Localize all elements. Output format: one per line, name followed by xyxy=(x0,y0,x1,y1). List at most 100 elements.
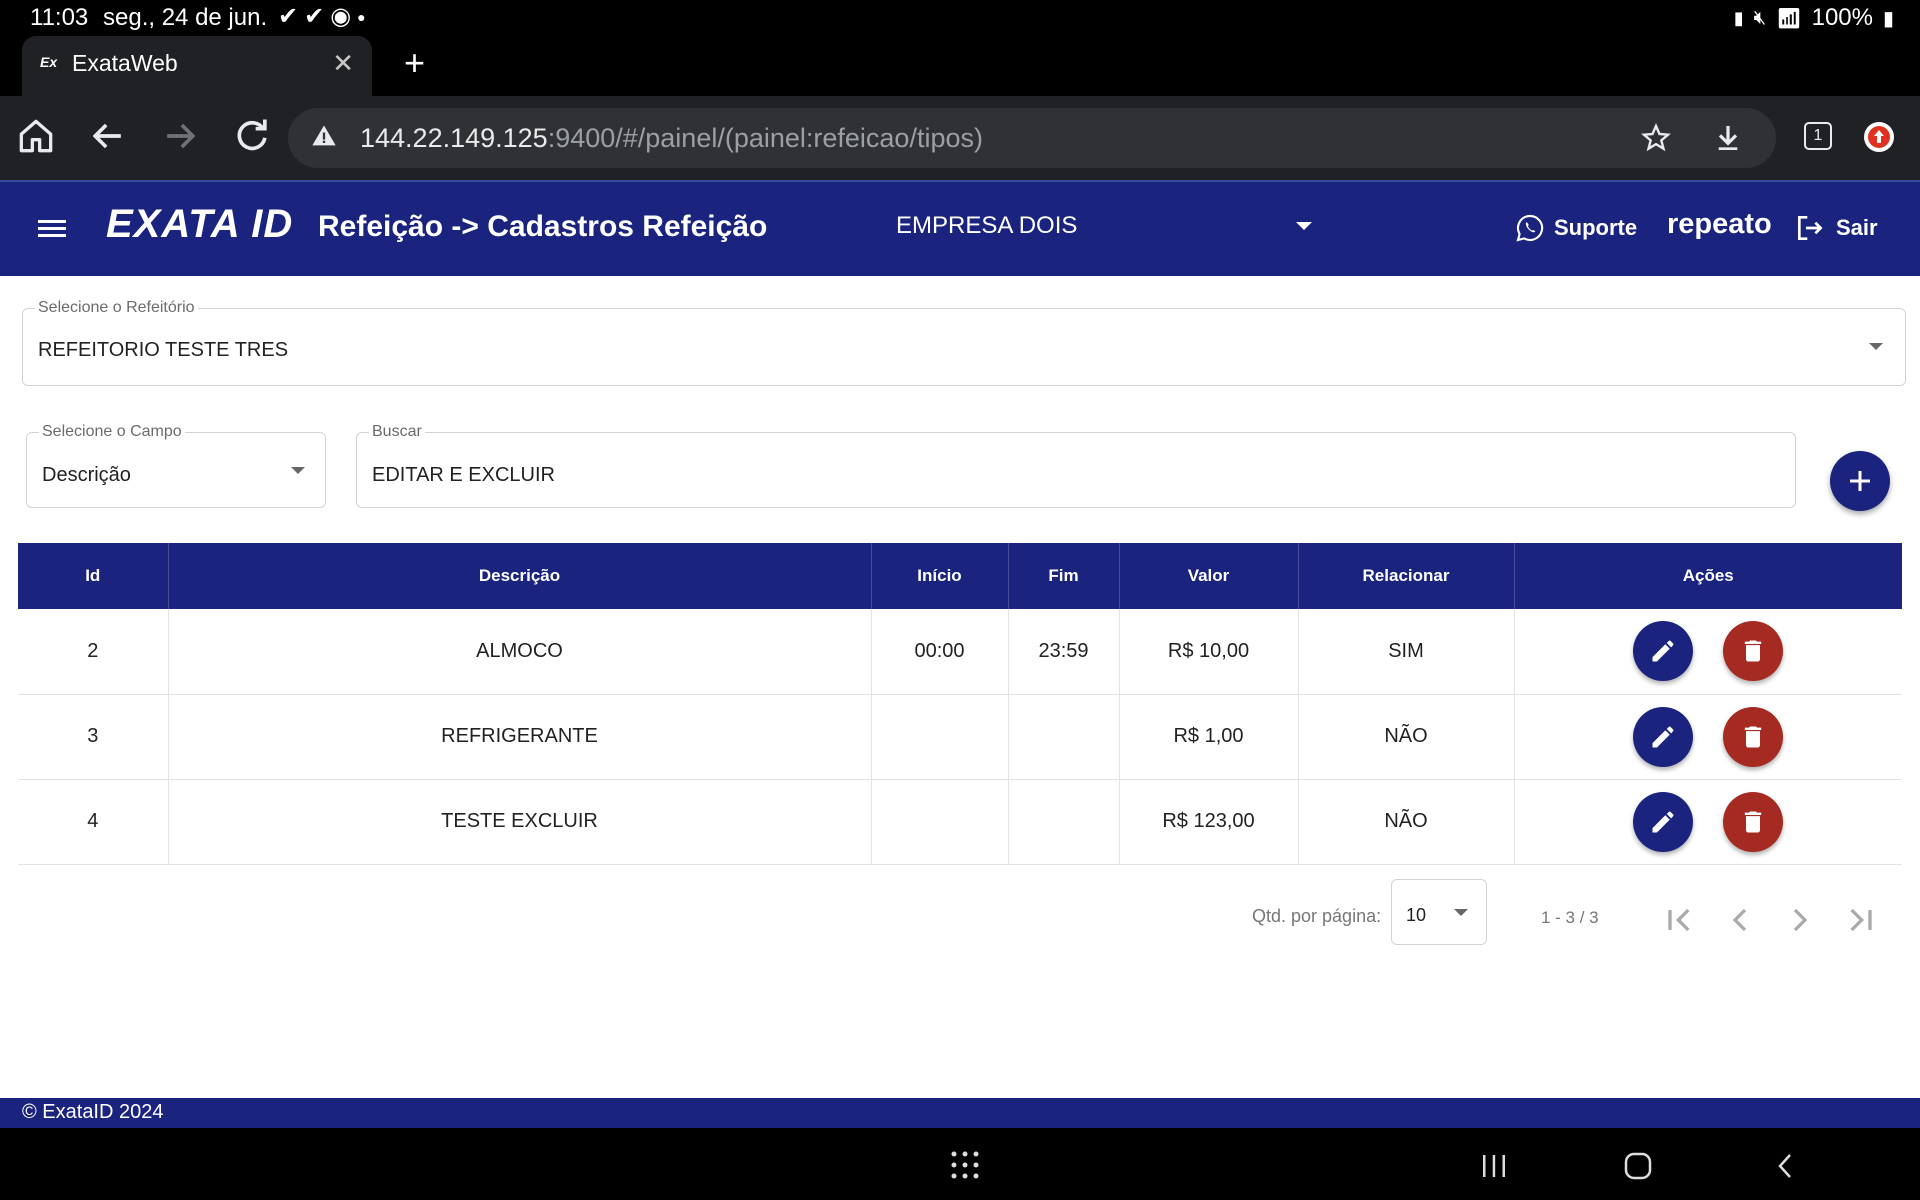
app-drawer-icon[interactable] xyxy=(950,1150,980,1185)
cell-acoes xyxy=(1514,779,1902,865)
support-label: Suporte xyxy=(1554,215,1638,240)
first-page-icon[interactable] xyxy=(1660,900,1700,940)
cell-inicio: 00:00 xyxy=(871,609,1009,695)
back-icon[interactable] xyxy=(86,114,130,158)
chevron-down-icon[interactable] xyxy=(1296,222,1312,230)
page-size-value: 10 xyxy=(1406,905,1427,925)
url-path: :9400/#/painel/(painel:refeicao/tipos) xyxy=(547,123,983,153)
url-text[interactable]: 144.22.149.125:9400/#/painel/(painel:ref… xyxy=(360,123,983,154)
header-fim[interactable]: Fim xyxy=(1008,543,1120,609)
logout-icon xyxy=(1798,216,1823,240)
home-nav-icon[interactable] xyxy=(1622,1150,1654,1187)
meal-types-table: Id Descrição Início Fim Valor Relacionar… xyxy=(18,543,1902,865)
table-header-row: Id Descrição Início Fim Valor Relacionar… xyxy=(18,543,1902,609)
cell-descricao: REFRIGERANTE xyxy=(168,694,872,780)
reload-icon[interactable] xyxy=(230,114,274,158)
forward-icon[interactable] xyxy=(158,114,202,158)
edit-button[interactable] xyxy=(1633,706,1694,767)
status-date: seg., 24 de jun. xyxy=(103,4,268,31)
download-icon[interactable] xyxy=(1712,122,1744,159)
cell-fim: 23:59 xyxy=(1008,609,1120,695)
check-icon: ✔ xyxy=(278,3,299,30)
header-valor[interactable]: Valor xyxy=(1119,543,1299,609)
not-secure-icon[interactable] xyxy=(310,122,338,155)
company-select[interactable]: EMPRESA DOIS xyxy=(896,212,1077,240)
menu-icon[interactable] xyxy=(38,216,68,247)
tab-switcher-icon[interactable]: 1 xyxy=(1804,122,1832,150)
page-title: Refeição -> Cadastros Refeição xyxy=(318,210,768,243)
cell-fim xyxy=(1008,694,1120,780)
table-row: 2 ALMOCO 00:00 23:59 R$ 10,00 SIM xyxy=(18,609,1902,695)
close-tab-icon[interactable]: ✕ xyxy=(332,48,354,79)
trash-icon xyxy=(1744,640,1762,662)
wifi-icon: 📶︎ xyxy=(1776,7,1802,30)
cell-inicio xyxy=(871,779,1009,865)
header-id[interactable]: Id xyxy=(18,543,169,609)
pencil-icon xyxy=(1652,811,1674,832)
table-row: 3 REFRIGERANTE R$ 1,00 NÃO xyxy=(18,694,1902,780)
footer: © ExataID 2024 xyxy=(0,1098,1920,1128)
cell-relacionar: NÃO xyxy=(1298,694,1515,780)
header-relacionar[interactable]: Relacionar xyxy=(1298,543,1515,609)
new-tab-icon[interactable]: + xyxy=(404,42,425,84)
support-button[interactable]: Suporte xyxy=(1514,212,1637,244)
search-label: Buscar xyxy=(369,423,425,441)
check-icon: ✔ xyxy=(304,3,325,30)
page-size-label: Qtd. por página: xyxy=(1252,906,1382,926)
campo-value: Descrição xyxy=(42,464,131,486)
cell-fim xyxy=(1008,779,1120,865)
android-nav-bar xyxy=(0,1128,1920,1200)
browser-toolbar: 144.22.149.125:9400/#/painel/(painel:ref… xyxy=(0,96,1920,180)
edit-button[interactable] xyxy=(1633,621,1694,682)
recent-apps-icon[interactable] xyxy=(1480,1152,1508,1185)
address-bar[interactable]: 144.22.149.125:9400/#/painel/(painel:ref… xyxy=(288,108,1776,168)
dot-icon: ● xyxy=(357,8,366,25)
plus-icon xyxy=(1850,471,1870,491)
next-page-icon[interactable] xyxy=(1780,900,1820,940)
cell-descricao: ALMOCO xyxy=(168,609,872,695)
refeitorio-label: Selecione o Refeitório xyxy=(35,299,198,317)
logout-label: Sair xyxy=(1836,215,1878,240)
campo-select[interactable]: Selecione o Campo Descrição xyxy=(26,423,326,508)
trash-icon xyxy=(1744,811,1762,832)
pencil-icon xyxy=(1652,640,1674,662)
delete-button[interactable] xyxy=(1723,621,1784,682)
cell-valor: R$ 1,00 xyxy=(1119,694,1299,780)
header-inicio[interactable]: Início xyxy=(871,543,1009,609)
url-host: 144.22.149.125 xyxy=(360,123,548,153)
delete-button[interactable] xyxy=(1723,706,1784,767)
username: repeato xyxy=(1667,208,1772,240)
status-bar: 11:03 seg., 24 de jun. ✔ ✔ ◉ ● ▮ 🔇︎ 📶︎ 1… xyxy=(0,0,1920,36)
cell-valor: R$ 10,00 xyxy=(1119,609,1299,695)
chevron-down-icon xyxy=(1454,909,1468,916)
home-icon[interactable] xyxy=(14,114,58,158)
trash-icon xyxy=(1744,726,1762,747)
logout-button[interactable]: Sair xyxy=(1794,212,1878,244)
tab-strip: Ex ExataWeb ✕ + xyxy=(0,36,1920,96)
page-range: 1 - 3 / 3 xyxy=(1541,908,1599,927)
browser-tab[interactable]: Ex ExataWeb ✕ xyxy=(22,36,372,96)
cell-relacionar: SIM xyxy=(1298,609,1515,695)
back-nav-icon[interactable] xyxy=(1770,1150,1802,1187)
edit-button[interactable] xyxy=(1633,791,1694,852)
cell-id: 3 xyxy=(18,694,169,780)
cell-inicio xyxy=(871,694,1009,780)
last-page-icon[interactable] xyxy=(1840,900,1880,940)
pencil-icon xyxy=(1652,726,1674,747)
target-icon: ◉ xyxy=(330,3,352,30)
mute-icon: 🔇︎ xyxy=(1753,6,1767,29)
profile-update-icon[interactable] xyxy=(1864,122,1894,152)
favicon-icon: Ex xyxy=(40,54,58,70)
refeitorio-value: REFEITORIO TESTE TRES xyxy=(38,339,289,361)
add-button[interactable] xyxy=(1830,451,1890,511)
header-descricao[interactable]: Descrição xyxy=(168,543,872,609)
table-row: 4 TESTE EXCLUIR R$ 123,00 NÃO xyxy=(18,779,1902,865)
app-header: EXATA ID Refeição -> Cadastros Refeição … xyxy=(0,180,1920,276)
previous-page-icon[interactable] xyxy=(1720,900,1760,940)
refeitorio-select[interactable]: Selecione o Refeitório REFEITORIO TESTE … xyxy=(22,299,1906,386)
search-input[interactable]: Buscar EDITAR E EXCLUIR xyxy=(356,423,1796,508)
battery-level: 100% xyxy=(1811,4,1873,31)
delete-button[interactable] xyxy=(1723,791,1784,852)
star-icon[interactable] xyxy=(1640,122,1672,159)
page-size-select[interactable]: 10 xyxy=(1391,879,1487,945)
